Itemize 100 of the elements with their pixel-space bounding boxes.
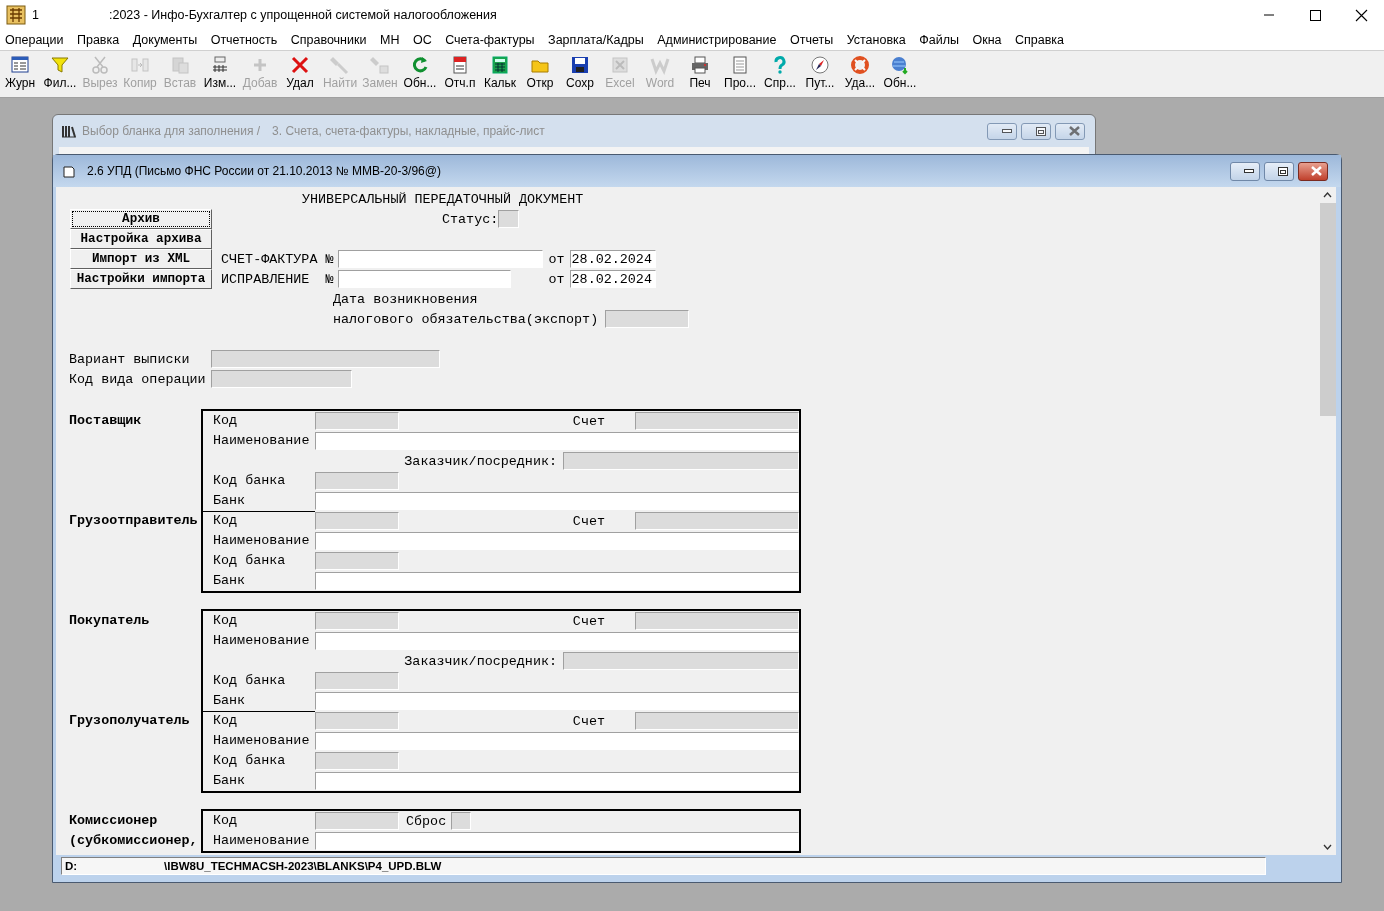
code-field[interactable] bbox=[315, 412, 399, 430]
date-label: от bbox=[548, 271, 565, 287]
tax-date-label: налогового обязательства(экспорт) bbox=[333, 311, 599, 327]
code-field[interactable] bbox=[315, 512, 399, 530]
menu-item[interactable]: Документы bbox=[132, 33, 198, 47]
maximize-button[interactable] bbox=[1021, 122, 1051, 140]
close-button[interactable] bbox=[1298, 161, 1328, 181]
operation-field[interactable] bbox=[210, 370, 352, 388]
toolbar-button[interactable]: Пут... bbox=[800, 51, 840, 97]
bank-field[interactable] bbox=[315, 572, 799, 590]
toolbar-button[interactable]: Обн... bbox=[400, 51, 440, 97]
minimize-button[interactable] bbox=[1230, 161, 1260, 181]
books-icon bbox=[62, 124, 76, 138]
copy-icon bbox=[130, 55, 150, 75]
toolbar-button[interactable]: Спр... bbox=[760, 51, 800, 97]
account-field[interactable] bbox=[635, 612, 799, 630]
code-field[interactable] bbox=[315, 812, 399, 830]
scrollbar-thumb[interactable] bbox=[1320, 203, 1336, 416]
minimize-button[interactable] bbox=[987, 122, 1017, 140]
maximize-icon bbox=[1277, 166, 1288, 176]
bank-code-field[interactable] bbox=[315, 552, 399, 570]
toolbar-button[interactable]: Откр bbox=[520, 51, 560, 97]
account-label: Счет bbox=[572, 413, 605, 429]
maximize-button[interactable] bbox=[1264, 161, 1294, 181]
toolbar-button[interactable]: Про... bbox=[720, 51, 760, 97]
toolbar-button[interactable]: Журн bbox=[0, 51, 40, 97]
name-field[interactable] bbox=[315, 432, 799, 450]
date-field[interactable]: 28.02.2024 bbox=[569, 250, 656, 268]
operation-label: Код вида операции bbox=[69, 371, 206, 387]
party-label: (субкомиссионер, bbox=[69, 832, 199, 850]
party-label: Грузополучатель bbox=[69, 712, 191, 730]
compass-icon bbox=[810, 55, 830, 75]
party-label: Покупатель bbox=[69, 612, 151, 630]
menu-item[interactable]: Справка bbox=[1015, 33, 1065, 47]
maximize-icon bbox=[1035, 126, 1046, 136]
field-label: Банк bbox=[212, 572, 247, 590]
toolbar-button[interactable]: Уда... bbox=[840, 51, 880, 97]
bank-code-field[interactable] bbox=[315, 472, 399, 490]
menu-item[interactable]: Установка bbox=[846, 33, 906, 47]
menu-item[interactable]: Правка bbox=[77, 33, 120, 47]
toolbar-button[interactable]: Кальк bbox=[480, 51, 520, 97]
close-icon bbox=[1311, 166, 1322, 176]
menu-item[interactable]: Счета-фактуры bbox=[445, 33, 535, 47]
account-field[interactable] bbox=[635, 712, 799, 730]
toolbar-button[interactable]: Фил... bbox=[40, 51, 80, 97]
status-field[interactable] bbox=[498, 210, 520, 228]
reset-field[interactable] bbox=[451, 812, 472, 830]
bank-field[interactable] bbox=[315, 692, 799, 710]
toolbar-button[interactable]: Удал bbox=[280, 51, 320, 97]
customer-field[interactable] bbox=[563, 452, 799, 470]
close-button[interactable] bbox=[1055, 122, 1085, 140]
invoice-number-field[interactable] bbox=[337, 250, 543, 268]
variant-field[interactable] bbox=[210, 350, 440, 368]
menu-item[interactable]: Файлы bbox=[919, 33, 959, 47]
menu-item[interactable]: Отчеты bbox=[789, 33, 834, 47]
name-field[interactable] bbox=[315, 532, 799, 550]
menu-item[interactable]: Отчетность bbox=[210, 33, 278, 47]
status-label: Статус: bbox=[442, 211, 499, 227]
close-icon bbox=[1069, 126, 1080, 136]
menu-item[interactable]: Окна bbox=[972, 33, 1002, 47]
name-field[interactable] bbox=[315, 832, 799, 850]
party-label: Грузоотправитель bbox=[69, 512, 199, 530]
bank-field[interactable] bbox=[315, 772, 799, 790]
menu-item[interactable]: ОС bbox=[412, 33, 432, 47]
code-field[interactable] bbox=[315, 612, 399, 630]
form-button[interactable]: Архив bbox=[70, 209, 212, 229]
menu-item[interactable]: Операции bbox=[5, 33, 64, 47]
menu-item[interactable]: МН bbox=[379, 33, 400, 47]
form-button[interactable]: Настройки импорта bbox=[70, 269, 212, 289]
customer-field[interactable] bbox=[563, 652, 799, 670]
tax-date-field[interactable] bbox=[605, 310, 690, 328]
field-label: Код банка bbox=[212, 552, 287, 570]
toolbar-button[interactable]: Изм... bbox=[200, 51, 240, 97]
date-field[interactable]: 28.02.2024 bbox=[569, 270, 656, 288]
bank-code-field[interactable] bbox=[315, 672, 399, 690]
field-label: Код банка bbox=[212, 672, 287, 690]
menu-item[interactable]: Зарплата/Кадры bbox=[548, 33, 644, 47]
scissors-icon bbox=[90, 55, 110, 75]
account-field[interactable] bbox=[635, 512, 799, 530]
toolbar-button[interactable]: Сохр bbox=[560, 51, 600, 97]
flashlight-icon bbox=[330, 55, 350, 75]
name-field[interactable] bbox=[315, 632, 799, 650]
field-label: Банк bbox=[212, 772, 247, 790]
menu-item[interactable]: Справочники bbox=[290, 33, 367, 47]
party-label: Комиссионер bbox=[69, 812, 159, 830]
form-button[interactable]: Импорт из XML bbox=[70, 249, 212, 269]
code-field[interactable] bbox=[315, 712, 399, 730]
printer-icon bbox=[690, 55, 710, 75]
account-field[interactable] bbox=[635, 412, 799, 430]
menu-item[interactable]: Администрирование bbox=[657, 33, 777, 47]
toolbar-button[interactable]: Отч.п bbox=[440, 51, 480, 97]
toolbar-button[interactable]: Обн... bbox=[880, 51, 920, 97]
correction-number-field[interactable] bbox=[337, 270, 511, 288]
window-title: :2023 - Инфо-Бухгалтер с упрощенной системой налогообложения bbox=[108, 8, 497, 22]
name-field[interactable] bbox=[315, 732, 799, 750]
bank-code-field[interactable] bbox=[315, 752, 399, 770]
toolbar-button[interactable]: Печ bbox=[680, 51, 720, 97]
form-button[interactable]: Настройка архива bbox=[70, 229, 212, 249]
bank-field[interactable] bbox=[315, 492, 799, 510]
minimize-icon bbox=[1001, 129, 1012, 133]
